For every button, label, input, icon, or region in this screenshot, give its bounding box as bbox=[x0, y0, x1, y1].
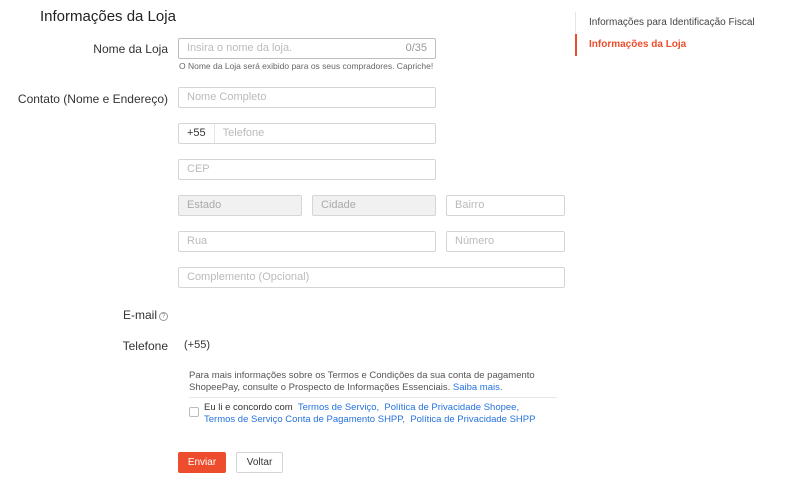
shpp-terms-link[interactable]: Termos de Serviço Conta de Pagamento SHP… bbox=[204, 414, 405, 425]
terms-intro: Eu li e concordo com bbox=[204, 402, 293, 413]
city-placeholder: Cidade bbox=[321, 199, 356, 211]
complement-placeholder: Complemento (Opcional) bbox=[187, 271, 310, 283]
city-select[interactable]: Cidade bbox=[312, 195, 436, 216]
help-icon[interactable]: ? bbox=[159, 312, 168, 321]
email-label: E-mail bbox=[122, 308, 157, 322]
store-name-input[interactable]: Insira o nome da loja. 0/35 bbox=[178, 38, 436, 59]
full-name-input[interactable]: Nome Completo bbox=[178, 87, 436, 108]
terms-checkbox[interactable] bbox=[189, 407, 199, 417]
state-placeholder: Estado bbox=[187, 199, 222, 211]
number-placeholder: Número bbox=[455, 235, 495, 247]
side-nav-indicator bbox=[575, 12, 577, 34]
complement-input[interactable]: Complemento (Opcional) bbox=[178, 267, 565, 288]
shopee-privacy-link[interactable]: Política de Privacidade Shopee, bbox=[384, 402, 519, 413]
street-placeholder: Rua bbox=[187, 235, 208, 247]
state-select[interactable]: Estado bbox=[178, 195, 302, 216]
district-input[interactable]: Bairro bbox=[446, 195, 565, 216]
side-nav-indicator bbox=[575, 34, 577, 56]
learn-more-link[interactable]: Saiba mais. bbox=[453, 382, 503, 393]
store-name-placeholder: Insira o nome da loja. bbox=[187, 42, 293, 54]
phone-label: Telefone bbox=[122, 339, 168, 353]
terms-of-service-link[interactable]: Termos de Serviço, bbox=[298, 402, 379, 413]
terms-text: Eu li e concordo com Termos de Serviço, … bbox=[204, 402, 554, 425]
store-name-hint: O Nome da Loja será exibido para os seus… bbox=[179, 61, 434, 71]
contact-phone-input[interactable]: +55 Telefone bbox=[178, 123, 436, 144]
side-nav-item-label: Informações da Loja bbox=[589, 39, 687, 50]
number-input[interactable]: Número bbox=[446, 231, 565, 252]
back-button[interactable]: Voltar bbox=[236, 452, 283, 473]
divider bbox=[189, 397, 557, 398]
district-placeholder: Bairro bbox=[455, 199, 485, 211]
contact-phone-placeholder: Telefone bbox=[222, 127, 265, 139]
shpp-privacy-link[interactable]: Política de Privacidade SHPP bbox=[410, 414, 535, 425]
street-input[interactable]: Rua bbox=[178, 231, 436, 252]
cep-placeholder: CEP bbox=[187, 163, 210, 175]
store-name-label: Nome da Loja bbox=[93, 42, 168, 56]
contact-label: Contato (Nome e Endereço) bbox=[17, 92, 168, 106]
side-nav-item-label: Informações para Identificação Fiscal bbox=[589, 17, 755, 28]
side-nav-item-tax-info[interactable]: Informações para Identificação Fiscal bbox=[575, 12, 780, 34]
full-name-placeholder: Nome Completo bbox=[187, 91, 267, 103]
side-nav: Informações para Identificação Fiscal In… bbox=[575, 12, 780, 56]
phone-prefix: +55 bbox=[187, 124, 215, 143]
submit-button[interactable]: Enviar bbox=[178, 452, 226, 473]
shopeepay-info: Para mais informações sobre os Termos e … bbox=[189, 370, 539, 393]
cep-input[interactable]: CEP bbox=[178, 159, 436, 180]
page-title: Informações da Loja bbox=[40, 8, 176, 25]
email-label-row: E-mail? bbox=[123, 308, 168, 322]
char-counter: 0/35 bbox=[405, 42, 427, 54]
phone-value: (+55) bbox=[184, 339, 210, 351]
side-nav-item-store-info[interactable]: Informações da Loja bbox=[575, 34, 780, 56]
